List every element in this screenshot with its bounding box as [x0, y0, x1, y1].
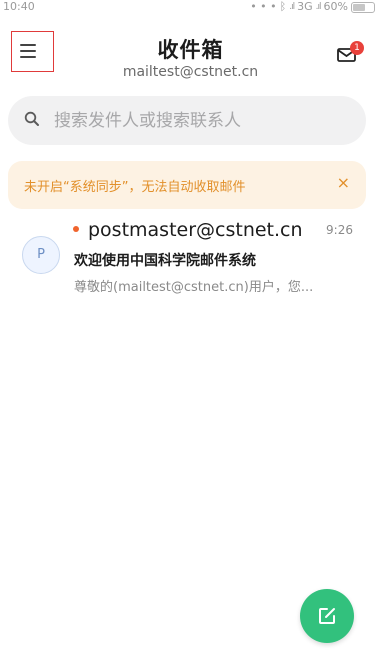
status-time: 10:40	[3, 0, 35, 13]
account-email: mailtest@cstnet.cn	[122, 64, 259, 80]
battery-fill	[353, 3, 365, 11]
more-dots-icon: • • •	[250, 0, 277, 13]
sync-notice-banner: 未开启“系统同步”，无法自动收取邮件 ×	[8, 161, 366, 209]
unread-dot	[73, 226, 79, 232]
close-icon[interactable]: ×	[337, 173, 350, 192]
search-input[interactable]	[54, 108, 344, 134]
sender-avatar: P	[22, 236, 60, 274]
mail-list-item[interactable]: P postmaster@cstnet.cn 9:26 欢迎使用中国科学院邮件系…	[0, 214, 381, 300]
mail-subject: 欢迎使用中国科学院邮件系统	[74, 253, 256, 269]
status-indicators: • • • ᛒ .ıl 3G .ıl 60%	[250, 0, 375, 14]
battery-percent: 60%	[323, 0, 348, 13]
mail-sender: postmaster@cstnet.cn	[88, 219, 303, 241]
bluetooth-icon: ᛒ	[279, 0, 287, 13]
header: 收件箱 mailtest@cstnet.cn 1	[0, 16, 381, 90]
mail-preview: 尊敬的(mailtest@cstnet.cn)用户，您...	[74, 280, 314, 295]
signal-icon: .ıl	[289, 2, 295, 12]
status-bar: 10:40 • • • ᛒ .ıl 3G .ıl 60%	[0, 0, 381, 16]
battery-icon	[351, 1, 375, 13]
network-type: 3G	[297, 0, 313, 13]
sync-notice-text: 未开启“系统同步”，无法自动收取邮件	[24, 180, 246, 195]
mail-tray-button[interactable]: 1	[336, 41, 364, 70]
unread-badge: 1	[350, 41, 364, 55]
search-bar[interactable]	[8, 96, 366, 145]
mail-time: 9:26	[326, 223, 353, 237]
search-icon	[24, 111, 40, 131]
wifi-signal-icon: .ıl	[315, 2, 322, 12]
page-title: 收件箱	[157, 38, 224, 62]
compose-icon	[319, 608, 335, 624]
compose-button[interactable]	[300, 589, 354, 643]
